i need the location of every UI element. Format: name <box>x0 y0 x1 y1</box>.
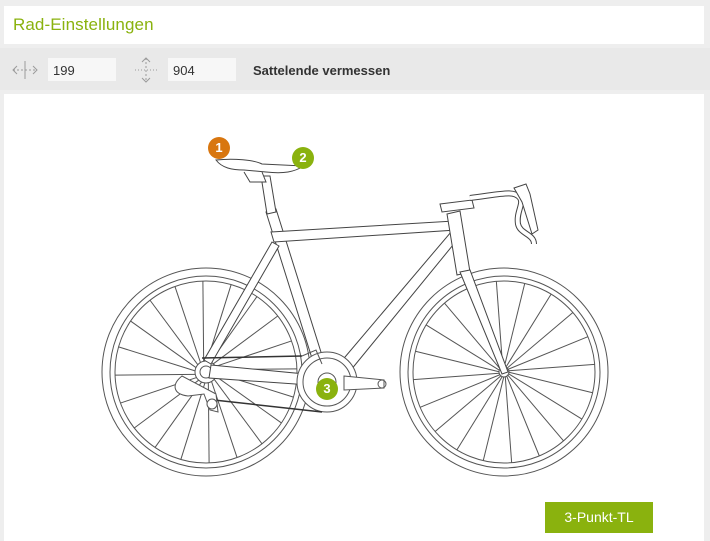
spoke <box>505 293 552 368</box>
three-point-method-button[interactable]: 3-Punkt-TL <box>545 502 653 533</box>
measurement-toolbar: 199 904 Sattelende vermessen <box>0 48 710 90</box>
spoke <box>508 363 595 372</box>
spoke <box>413 372 500 381</box>
vertical-value-field[interactable]: 904 <box>168 58 236 81</box>
page-title: Rad-Einstellungen <box>13 15 154 34</box>
horizontal-value-field[interactable]: 199 <box>48 58 116 81</box>
bike-canvas: 1 2 3 3-Punkt-TL <box>4 94 704 541</box>
spoke <box>507 374 564 442</box>
page-header: Rad-Einstellungen <box>4 6 704 44</box>
spoke <box>482 376 505 461</box>
measure-point-3-marker[interactable]: 3 <box>316 378 338 400</box>
bike-illustration <box>101 158 609 477</box>
spoke <box>507 336 589 370</box>
spoke <box>456 376 503 451</box>
spoke <box>506 312 574 369</box>
horizontal-arrow-icon <box>12 61 38 79</box>
spoke <box>506 375 540 457</box>
spoke <box>503 283 526 368</box>
measure-point-1-marker[interactable]: 1 <box>208 137 230 159</box>
measure-point-2-marker[interactable]: 2 <box>292 147 314 169</box>
spoke <box>508 373 583 420</box>
vertical-arrow-icon <box>135 57 157 83</box>
spoke <box>504 376 513 463</box>
spoke <box>434 375 502 432</box>
measure-label: Sattelende vermessen <box>253 63 391 78</box>
spoke <box>202 281 205 362</box>
bike-frame <box>203 158 539 388</box>
spoke <box>115 373 196 376</box>
spoke <box>419 374 501 408</box>
spoke <box>508 371 593 394</box>
spoke <box>415 350 500 373</box>
